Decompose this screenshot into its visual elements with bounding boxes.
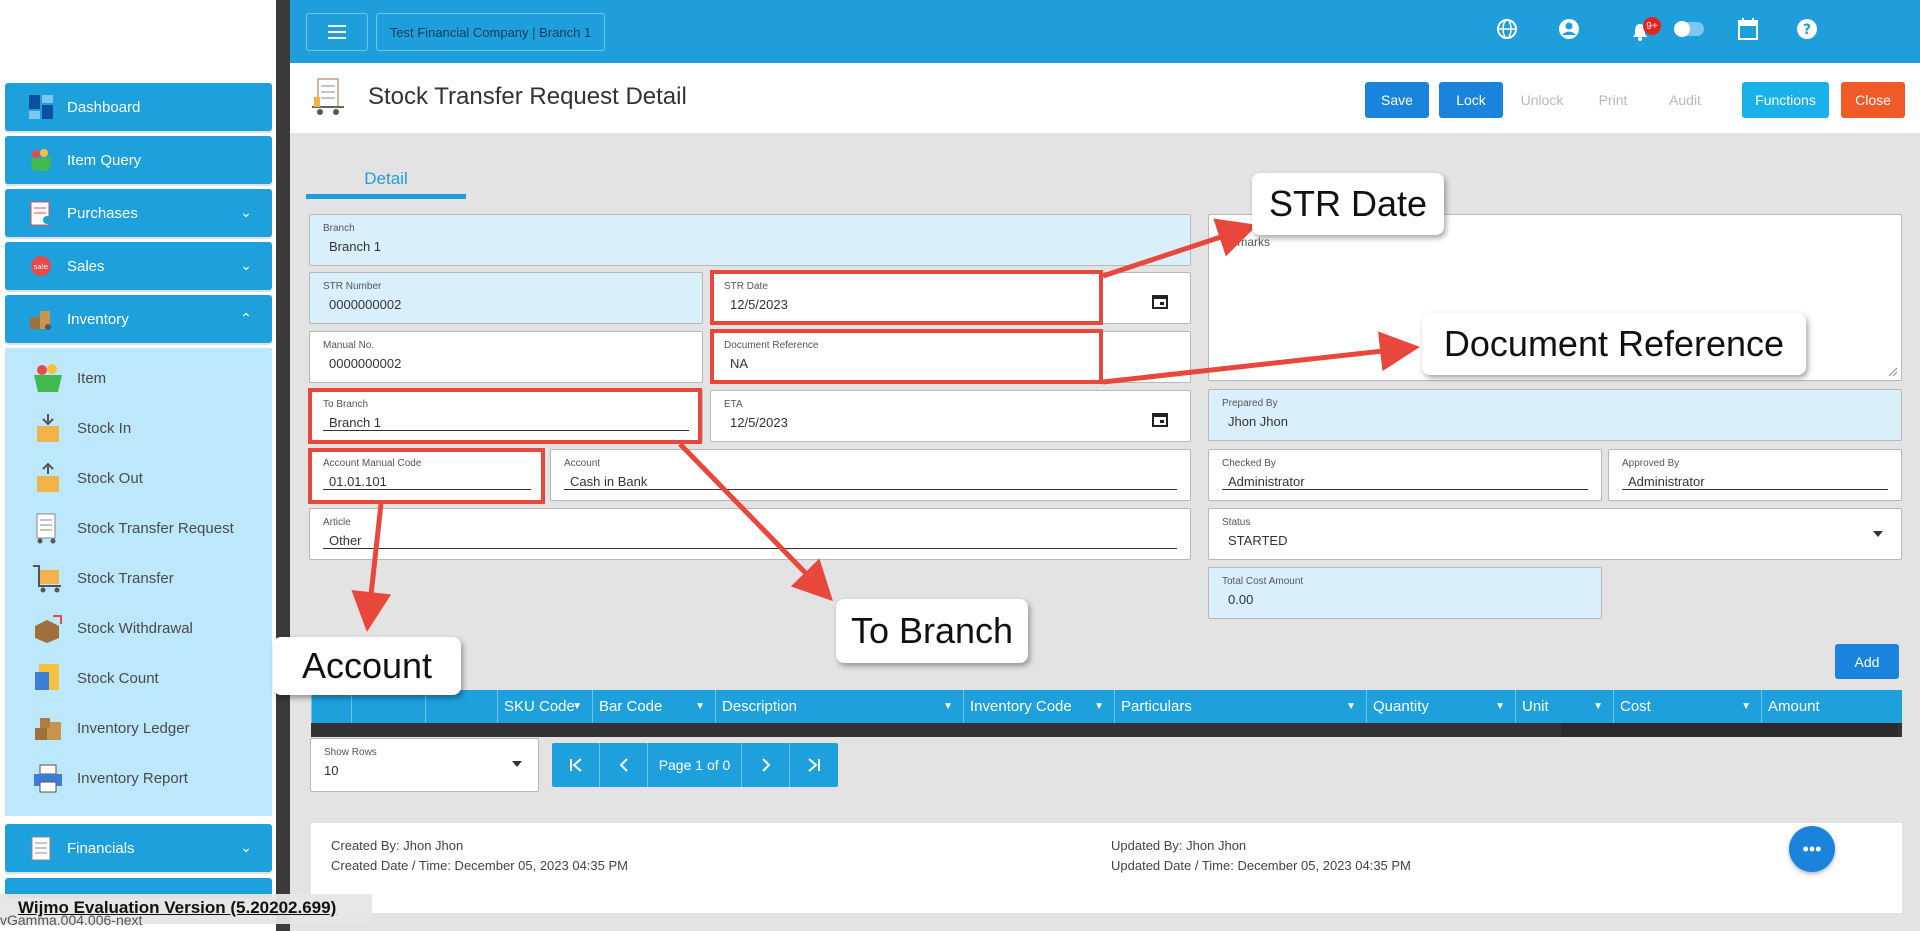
annotation-arrows — [351, 218, 1420, 632]
callout-document-reference: Document Reference — [1422, 313, 1806, 375]
callout-account: Account — [273, 637, 461, 695]
version-label: vGamma.004.006-next — [0, 912, 143, 928]
callout-to-branch: To Branch — [836, 599, 1028, 663]
arrow-str-date — [1102, 218, 1258, 279]
arrow-to-branch — [678, 442, 833, 602]
arrow-account — [351, 503, 392, 632]
arrow-document-reference — [1102, 331, 1420, 385]
callout-str-date: STR Date — [1252, 173, 1444, 235]
